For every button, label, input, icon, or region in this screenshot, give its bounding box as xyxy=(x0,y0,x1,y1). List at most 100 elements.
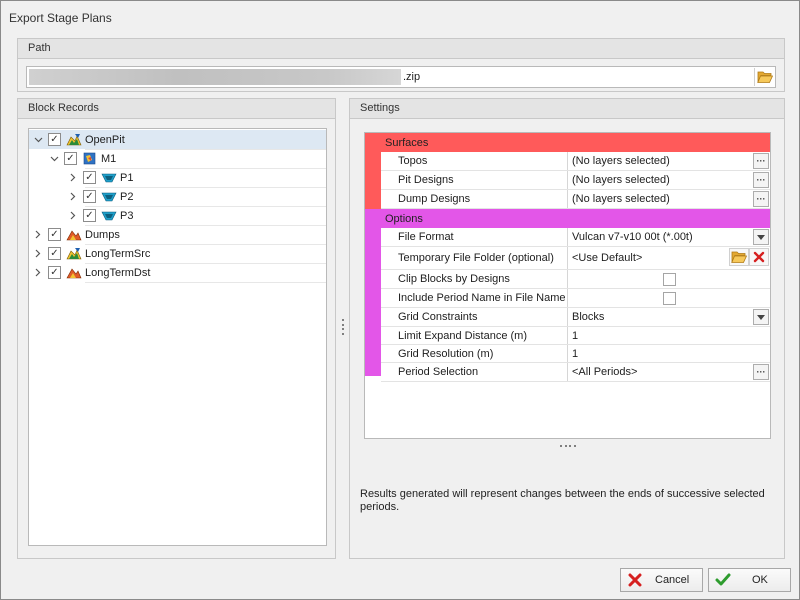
tree-item-longtermdst[interactable]: ✓ LongTermDst xyxy=(29,263,326,282)
tree-item-p3[interactable]: ✓ P3 xyxy=(29,206,326,225)
collapse-chevron-icon[interactable] xyxy=(32,134,44,146)
property-grid: Surfaces Topos (No layers selected) ··· … xyxy=(364,132,771,439)
ellipsis-button[interactable]: ··· xyxy=(753,191,769,207)
prop-file-format[interactable]: File Format Vulcan v7-v10 00t (*.00t) xyxy=(381,228,770,247)
block-records-group: Block Records ✓ OpenPit ✓ M1 ✓ P1 ✓ P2 ✓… xyxy=(17,98,336,559)
pit-stage-icon xyxy=(101,192,117,201)
browse-folder-button[interactable] xyxy=(729,248,749,266)
path-extension: .zip xyxy=(403,71,421,83)
dropdown-arrow-icon xyxy=(757,234,765,240)
cancel-button[interactable]: Cancel xyxy=(620,568,703,592)
tree-item-label: OpenPit xyxy=(85,133,125,146)
prop-name: Topos xyxy=(381,152,568,170)
prop-value-text: 1 xyxy=(572,347,579,360)
prop-value[interactable]: (No layers selected) ··· xyxy=(568,152,770,170)
tree-item-label: P3 xyxy=(120,209,134,222)
expand-chevron-icon[interactable] xyxy=(32,248,44,260)
prop-value-text: (No layers selected) xyxy=(572,193,670,205)
tree-item-openpit[interactable]: ✓ OpenPit xyxy=(29,130,326,149)
prop-period-selection[interactable]: Period Selection <All Periods> ··· xyxy=(381,363,770,382)
prop-value[interactable]: 1 xyxy=(568,327,770,344)
prop-value[interactable]: (No layers selected) ··· xyxy=(568,190,770,208)
prop-grid-resolution[interactable]: Grid Resolution (m) 1 xyxy=(381,345,770,363)
browse-path-button[interactable] xyxy=(754,68,774,86)
prop-name: Clip Blocks by Designs xyxy=(381,270,568,288)
tree-checkbox[interactable]: ✓ xyxy=(64,152,77,165)
path-group-header: Path xyxy=(18,39,784,59)
clear-folder-button[interactable] xyxy=(749,248,769,266)
ellipsis-button[interactable]: ··· xyxy=(753,153,769,169)
prop-pit-designs[interactable]: Pit Designs (No layers selected) ··· xyxy=(381,171,770,190)
expand-chevron-icon[interactable] xyxy=(32,229,44,241)
prop-value xyxy=(568,289,770,307)
prop-name: Grid Constraints xyxy=(381,308,568,326)
prop-value[interactable]: Blocks xyxy=(568,308,770,326)
tree-checkbox[interactable]: ✓ xyxy=(48,228,61,241)
prop-name: Grid Resolution (m) xyxy=(381,345,568,362)
export-stage-plans-dialog: Export Stage Plans Path .zip Block Recor… xyxy=(0,0,800,600)
prop-clip-blocks[interactable]: Clip Blocks by Designs xyxy=(381,270,770,289)
prop-value-text: Vulcan v7-v10 00t (*.00t) xyxy=(572,231,693,243)
prop-name: Temporary File Folder (optional) xyxy=(381,247,568,269)
dropdown-button[interactable] xyxy=(753,229,769,245)
tree-checkbox[interactable]: ✓ xyxy=(48,266,61,279)
splitter-grip[interactable] xyxy=(342,319,345,335)
prop-value[interactable]: Vulcan v7-v10 00t (*.00t) xyxy=(568,228,770,246)
tree-item-dumps[interactable]: ✓ Dumps xyxy=(29,225,326,244)
tree-item-m1[interactable]: ✓ M1 xyxy=(29,149,326,168)
ellipsis-button[interactable]: ··· xyxy=(753,172,769,188)
path-input[interactable]: .zip xyxy=(26,66,776,88)
tree-item-p2[interactable]: ✓ P2 xyxy=(29,187,326,206)
clear-x-icon xyxy=(753,251,765,263)
tree-checkbox[interactable]: ✓ xyxy=(83,171,96,184)
settings-header: Settings xyxy=(350,99,784,119)
folder-open-icon xyxy=(756,71,773,83)
settings-group: Settings Surfaces Topos (No layers selec… xyxy=(349,98,785,559)
category-options[interactable]: Options xyxy=(365,209,770,228)
prop-dump-designs[interactable]: Dump Designs (No layers selected) ··· xyxy=(381,190,770,209)
ok-button[interactable]: OK xyxy=(708,568,791,592)
include-period-name-checkbox[interactable] xyxy=(663,292,676,305)
expand-chevron-icon[interactable] xyxy=(32,267,44,279)
expand-chevron-icon[interactable] xyxy=(67,191,79,203)
prop-value-text: Blocks xyxy=(572,311,605,323)
prop-value[interactable]: 1 xyxy=(568,345,770,362)
prop-value[interactable]: (No layers selected) ··· xyxy=(568,171,770,189)
prop-name: Dump Designs xyxy=(381,190,568,208)
tree-checkbox[interactable]: ✓ xyxy=(83,209,96,222)
tree-item-label: Dumps xyxy=(85,228,120,241)
ellipsis-button[interactable]: ··· xyxy=(753,364,769,380)
tree-checkbox[interactable]: ✓ xyxy=(83,190,96,203)
dialog-button-bar: Cancel OK xyxy=(1,564,799,599)
prop-include-period-name[interactable]: Include Period Name in File Name xyxy=(381,289,770,308)
expand-chevron-icon[interactable] xyxy=(67,172,79,184)
dump-icon xyxy=(66,267,82,278)
prop-name: Pit Designs xyxy=(381,171,568,189)
folder-open-icon xyxy=(731,251,747,263)
clip-blocks-checkbox[interactable] xyxy=(663,273,676,286)
category-surfaces[interactable]: Surfaces xyxy=(365,133,770,152)
prop-topos[interactable]: Topos (No layers selected) ··· xyxy=(381,152,770,171)
openpit-icon xyxy=(66,133,82,145)
expand-chevron-icon[interactable] xyxy=(67,210,79,222)
prop-temp-folder[interactable]: Temporary File Folder (optional) <Use De… xyxy=(381,247,770,270)
prop-value xyxy=(568,270,770,288)
openpit-icon xyxy=(66,247,82,259)
collapse-chevron-icon[interactable] xyxy=(48,153,60,165)
prop-value[interactable]: <All Periods> ··· xyxy=(568,363,770,381)
prop-limit-expand-distance[interactable]: Limit Expand Distance (m) 1 xyxy=(381,327,770,345)
tree-item-p1[interactable]: ✓ P1 xyxy=(29,168,326,187)
dump-icon xyxy=(66,229,82,240)
prop-value-text: (No layers selected) xyxy=(572,155,670,167)
tree-checkbox[interactable]: ✓ xyxy=(48,133,61,146)
cancel-label: Cancel xyxy=(655,574,690,586)
options-stripe xyxy=(365,209,381,376)
grid-splitter-grip[interactable] xyxy=(560,445,576,448)
dropdown-arrow-icon xyxy=(757,314,765,320)
tree-checkbox[interactable]: ✓ xyxy=(48,247,61,260)
block-records-header: Block Records xyxy=(18,99,335,119)
dropdown-button[interactable] xyxy=(753,309,769,325)
tree-item-longtermsrc[interactable]: ✓ LongTermSrc xyxy=(29,244,326,263)
prop-value[interactable]: <Use Default> xyxy=(568,247,770,269)
prop-grid-constraints[interactable]: Grid Constraints Blocks xyxy=(381,308,770,327)
